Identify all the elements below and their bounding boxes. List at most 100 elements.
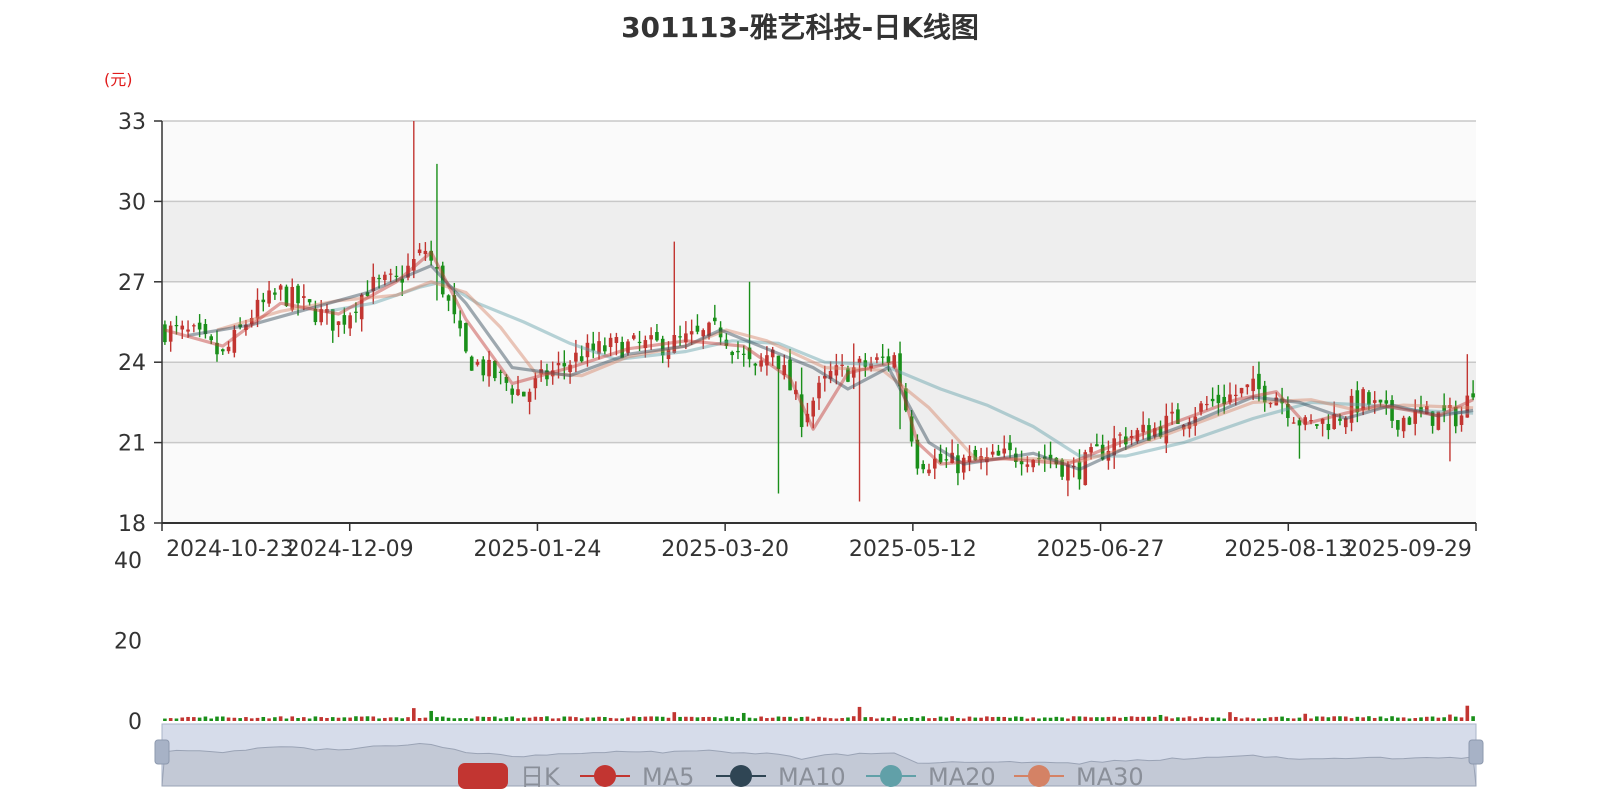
volume-bar [197,717,202,721]
volume-bar [313,716,318,721]
candle-body [990,451,995,455]
volume-bar [701,717,706,721]
volume-bar [163,718,167,721]
volume-bar [1118,717,1122,721]
volume-bar [539,716,543,721]
x-tick-label: 2025-06-27 [1037,537,1165,562]
volume-bar [510,716,515,721]
candle-body [840,364,844,366]
candle-body [817,382,821,399]
candle-body [377,277,381,280]
y-tick-label: 24 [118,351,146,376]
candle-body [383,274,387,280]
y-tick-label: 27 [118,271,146,296]
volume-bar [574,717,578,721]
legend-swatch-dot [1028,765,1050,787]
legend-item[interactable]: MA20 [866,763,996,791]
volume-bar [1442,717,1446,721]
candle-body [296,285,300,304]
volume-bar [1228,712,1232,721]
volume-bar [689,716,694,721]
volume-bar [203,716,208,721]
volume-bar [348,717,352,721]
volume-bar [1112,716,1117,721]
volume-bar [498,718,503,721]
volume-bar [822,717,827,721]
volume-bar [1170,718,1174,721]
volume-bar [452,718,457,721]
legend-swatch-dot [730,765,752,787]
candle-body [446,295,451,301]
volume-bar [857,706,862,721]
volume-bar [1286,718,1290,721]
volume-bar [562,716,567,721]
volume-tick-label: 0 [128,710,142,735]
volume-bar [817,716,821,721]
volume-bar [1205,717,1209,721]
volume-bar [776,716,781,721]
volume-bar [545,716,549,721]
volume-bar [1436,717,1441,721]
volume-bar [1152,716,1157,721]
volume-bar [631,716,636,721]
volume-bar [1164,716,1169,721]
volume-bar [1233,716,1238,721]
candle-body [1008,442,1012,451]
candle-body [741,353,746,355]
volume-bar [863,717,868,721]
volume-bar [336,717,341,721]
candle-body [695,325,700,332]
grid-band [162,201,1476,282]
candle-body [811,400,816,417]
candle-body [655,332,659,341]
x-tick-label: 2025-05-12 [849,537,977,562]
candle-body [186,329,190,332]
volume-bar [284,718,289,721]
candle-body [1257,373,1261,390]
volume-bar [1158,714,1163,721]
legend-item[interactable]: MA10 [716,763,846,791]
volume-bar [996,716,1001,721]
volume-bar [1048,717,1053,721]
volume-bar [481,716,486,721]
volume-bar [359,716,364,721]
candle-body [880,356,885,358]
volume-bar [1419,717,1423,721]
volume-bar [1135,716,1140,721]
volume-bar [273,717,277,721]
candle-body [209,336,213,341]
volume-bar [568,716,572,721]
candle-body [1141,424,1145,433]
volume-bar [261,716,266,721]
volume-bar [1361,717,1365,721]
volume-bar [1106,716,1111,721]
kline-chart[interactable]: 18 21 24 27 30 33 (元) 2024-10-232024-12-09 2025-… [0,0,1600,800]
candle-body [1396,420,1400,430]
volume-bar [1210,717,1215,721]
volume-bar [1343,716,1348,721]
volume-bar [417,718,422,721]
volume-bar [1239,718,1244,721]
candle-body [1372,400,1377,403]
volume-bar [383,717,387,721]
volume-bar [585,717,590,721]
zoom-handle-left[interactable] [154,739,170,765]
volume-bar [869,717,873,721]
volume-tick-label: 40 [114,549,142,574]
volume-bar [1141,716,1145,721]
legend-item[interactable]: MA30 [1014,763,1144,791]
volume-bar [1042,717,1047,721]
volume-bar [811,718,816,721]
volume-bar [1384,718,1389,721]
candle-body [255,299,260,319]
candle-body [1407,417,1412,425]
y-tick-label: 21 [118,432,146,457]
y-tick-label: 33 [118,110,146,135]
volume-bar [394,717,399,721]
volume-bar [232,717,237,721]
volume-bar [1390,716,1394,721]
zoom-handle-right[interactable] [1468,739,1484,765]
candle-body [192,325,196,327]
volume-bar [753,718,758,721]
volume-bar [672,712,677,721]
